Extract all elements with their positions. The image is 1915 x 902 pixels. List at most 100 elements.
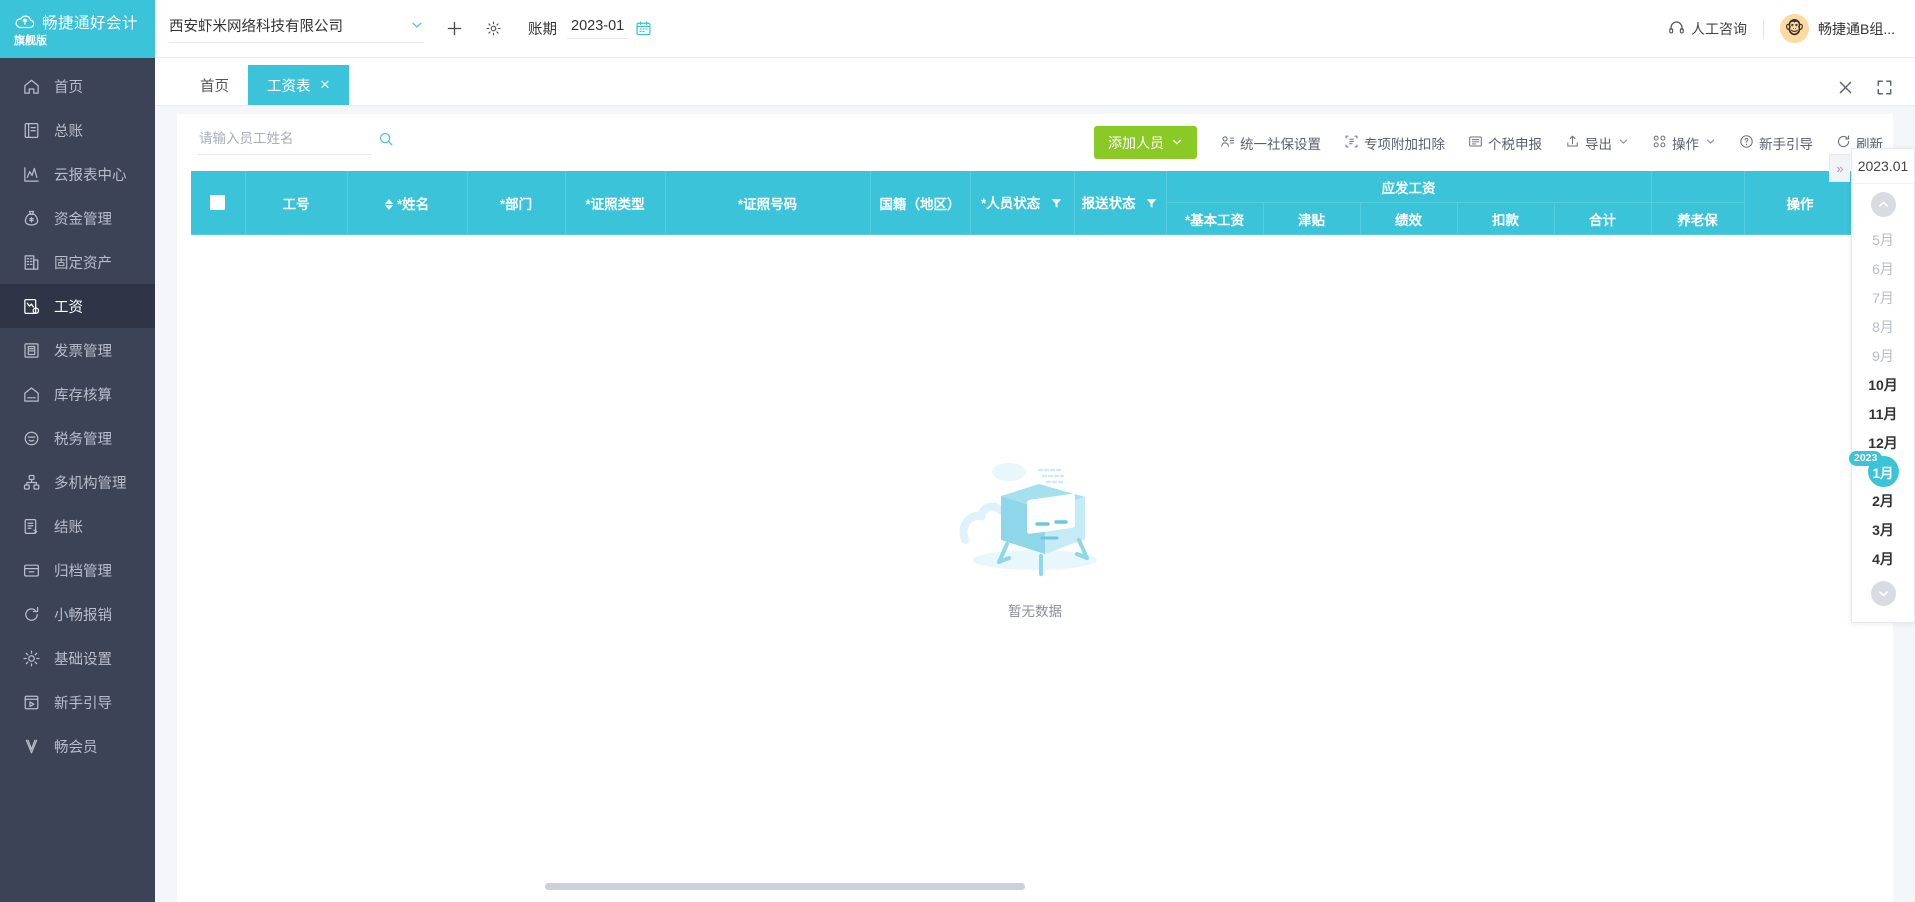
horizontal-scrollbar[interactable]: [205, 883, 1865, 892]
col-report-status[interactable]: 报送状态: [1074, 171, 1167, 235]
sidebar-item-16[interactable]: 畅会员: [0, 724, 155, 768]
close-icon[interactable]: [1837, 79, 1854, 96]
col-id-number[interactable]: *证照号码: [665, 171, 871, 235]
month-item-9月[interactable]: 9月: [1852, 343, 1914, 368]
filter-icon[interactable]: [1145, 198, 1158, 213]
sidebar-item-label: 结账: [54, 519, 83, 536]
month-item-11月[interactable]: 11月: [1852, 401, 1914, 426]
sidebar-item-11[interactable]: 结账: [0, 504, 155, 548]
month-item-8月[interactable]: 8月: [1852, 314, 1914, 339]
main-area: 西安虾米网络科技有限公司 账期 2023-01 人工咨询 🐵 畅捷通B组... …: [155, 0, 1915, 902]
search-box[interactable]: [197, 130, 393, 155]
sidebar-item-2[interactable]: 总账: [0, 108, 155, 152]
search-icon[interactable]: [378, 131, 394, 147]
sidebar-item-9[interactable]: 税务管理: [0, 416, 155, 460]
tool-label: 统一社保设置: [1240, 136, 1321, 152]
col-deduction[interactable]: 扣款: [1457, 202, 1555, 235]
operations-button[interactable]: 操作: [1652, 133, 1716, 153]
col-name[interactable]: *姓名: [347, 171, 468, 235]
chevron-up-icon[interactable]: [1870, 192, 1896, 217]
tool-label: 个税申报: [1488, 136, 1542, 152]
sidebar-item-label: 税务管理: [54, 431, 112, 448]
calendar-icon[interactable]: [635, 20, 652, 37]
chevron-down-icon[interactable]: [410, 18, 424, 36]
month-item-2月[interactable]: 2月: [1852, 488, 1914, 513]
tab-home[interactable]: 首页: [181, 65, 248, 105]
brand-edition: 旗舰版: [14, 34, 47, 47]
company-selector[interactable]: 西安虾米网络科技有限公司: [169, 15, 424, 43]
filter-icon[interactable]: [1050, 198, 1063, 213]
refresh-icon: [1836, 134, 1851, 152]
col-person-status[interactable]: *人员状态: [970, 171, 1075, 235]
col-label: *姓名: [396, 196, 430, 212]
sidebar-item-14[interactable]: 基础设置: [0, 636, 155, 680]
month-item-6月[interactable]: 6月: [1852, 256, 1914, 281]
scrollbar-thumb[interactable]: [545, 883, 1025, 890]
month-item-3月[interactable]: 3月: [1852, 517, 1914, 542]
month-item-7月[interactable]: 7月: [1852, 285, 1914, 310]
col-base-salary[interactable]: *基本工资: [1166, 202, 1264, 235]
vip-icon: [22, 737, 41, 756]
col-pension[interactable]: 养老保: [1651, 202, 1745, 235]
sidebar-item-15[interactable]: 新手引导: [0, 680, 155, 724]
period-value[interactable]: 2023-01: [567, 18, 629, 39]
tax-report-button[interactable]: 个税申报: [1468, 133, 1542, 153]
chevron-right-double-icon[interactable]: »: [1829, 154, 1850, 182]
sidebar-item-4[interactable]: 资金管理: [0, 196, 155, 240]
add-person-button[interactable]: 添加人员: [1094, 126, 1197, 159]
col-department[interactable]: *部门: [467, 171, 566, 235]
beginner-guide-button[interactable]: 新手引导: [1739, 133, 1813, 153]
avatar[interactable]: 🐵: [1779, 14, 1809, 43]
sidebar-item-13[interactable]: 小畅报销: [0, 592, 155, 636]
col-id-type[interactable]: *证照类型: [565, 171, 666, 235]
fullscreen-icon[interactable]: [1876, 79, 1893, 96]
consult-button[interactable]: 人工咨询: [1668, 19, 1747, 39]
plus-icon[interactable]: [446, 20, 463, 37]
col-total[interactable]: 合计: [1554, 202, 1652, 235]
sidebar-item-7[interactable]: 发票管理: [0, 328, 155, 372]
toolbar-actions: 添加人员 统一社保设置 专项附加扣除 个税申报 导出 操作 新手引导 刷新: [1094, 126, 1883, 159]
search-input[interactable]: [197, 130, 378, 147]
tab-payroll[interactable]: 工资表 ✕: [248, 65, 350, 105]
deduction-icon: [1344, 134, 1359, 152]
sidebar-item-label: 首页: [54, 79, 83, 96]
month-item-4月[interactable]: 4月: [1852, 546, 1914, 571]
close-icon[interactable]: ✕: [320, 77, 331, 93]
chevron-down-icon[interactable]: [1870, 581, 1896, 606]
gear-icon[interactable]: [485, 20, 502, 37]
empty-state: 暂无数据: [191, 235, 1879, 902]
sidebar-item-5[interactable]: 固定资产: [0, 240, 155, 284]
select-all-header[interactable]: [191, 171, 246, 235]
checkbox-icon[interactable]: [210, 195, 226, 211]
special-deduction-button[interactable]: 专项附加扣除: [1344, 133, 1445, 153]
month-label: 3月: [1872, 521, 1894, 538]
col-nationality[interactable]: 国籍（地区）: [870, 171, 971, 235]
sidebar-item-1[interactable]: 首页: [0, 64, 155, 108]
payroll-panel: 添加人员 统一社保设置: [177, 114, 1893, 902]
sidebar-item-label: 归档管理: [54, 563, 112, 580]
month-item-1月[interactable]: 2023 1月: [1849, 451, 1914, 487]
month-item-10月[interactable]: 10月: [1852, 372, 1914, 397]
sidebar-item-8[interactable]: 库存核算: [0, 372, 155, 416]
consult-label: 人工咨询: [1690, 20, 1747, 37]
col-performance[interactable]: 绩效: [1360, 202, 1458, 235]
building-icon: [22, 253, 41, 272]
sidebar-item-10[interactable]: 多机构管理: [0, 460, 155, 504]
sidebar-item-3[interactable]: 云报表中心: [0, 152, 155, 196]
sidebar-item-12[interactable]: 归档管理: [0, 548, 155, 592]
col-allowance[interactable]: 津贴: [1263, 202, 1361, 235]
user-name[interactable]: 畅捷通B组...: [1818, 19, 1895, 39]
cloud-logo-icon: [14, 11, 36, 33]
tool-label: 导出: [1585, 136, 1612, 152]
sidebar-item-6[interactable]: 工资: [0, 284, 155, 328]
sort-icon[interactable]: [384, 199, 393, 211]
warehouse-icon: [22, 385, 41, 404]
sidebar-item-label: 云报表中心: [54, 167, 127, 184]
month-item-5月[interactable]: 5月: [1852, 227, 1914, 252]
month-label: 5月: [1872, 231, 1894, 248]
col-employee-no[interactable]: 工号: [245, 171, 348, 235]
export-button[interactable]: 导出: [1565, 133, 1629, 153]
chart-icon: [22, 165, 41, 184]
social-security-settings-button[interactable]: 统一社保设置: [1220, 133, 1321, 153]
empty-box-icon: [943, 448, 1128, 588]
